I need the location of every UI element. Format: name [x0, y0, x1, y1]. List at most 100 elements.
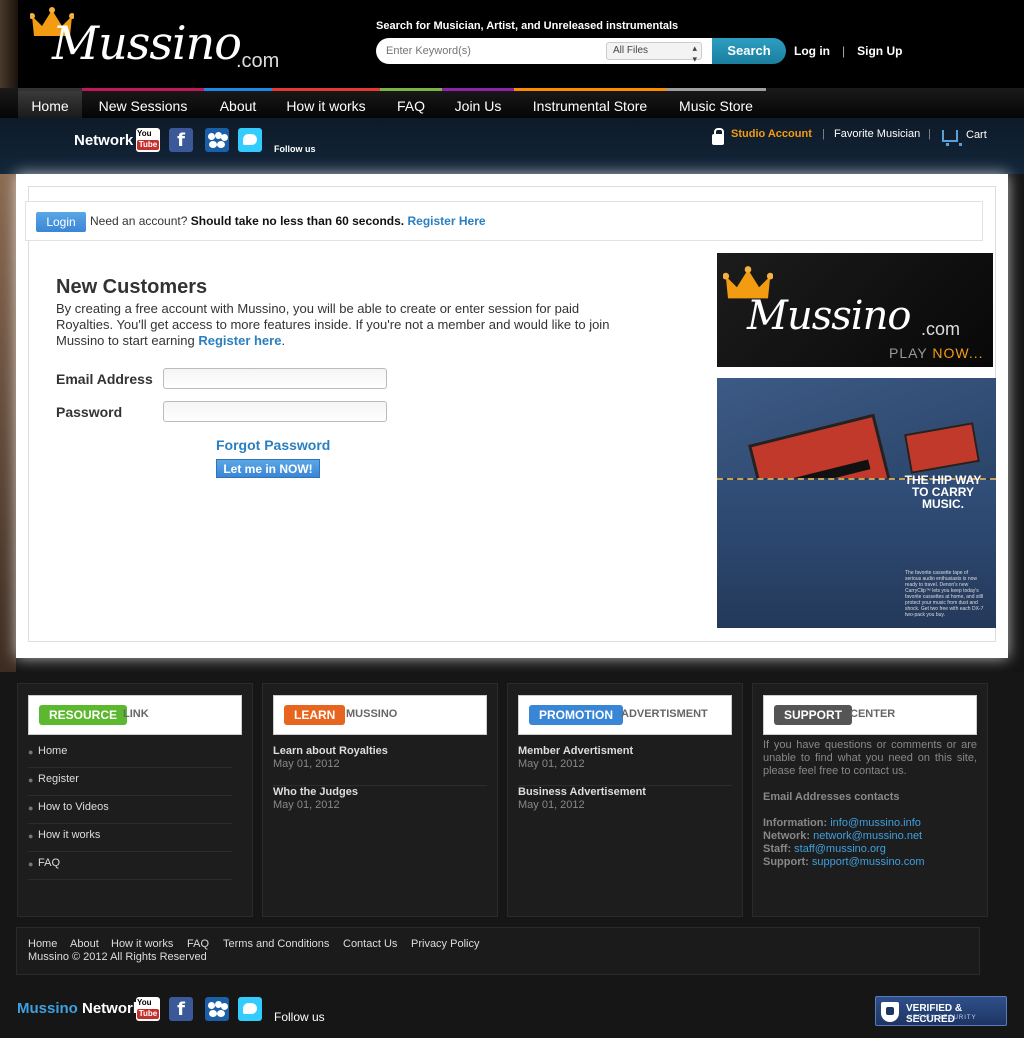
nav-home-label: Home [31, 98, 69, 114]
post-date: May 01, 2012 [273, 758, 340, 770]
nav-new-sessions[interactable]: New Sessions [82, 88, 204, 118]
myspace-icon[interactable] [205, 128, 229, 152]
follow-us-label: Follow us [274, 1010, 325, 1024]
email-label: Email Address [56, 371, 153, 387]
contact-email-link[interactable]: network@mussino.net [813, 830, 922, 842]
footer-link-privacy[interactable]: Privacy Policy [411, 938, 479, 950]
contact-label: Network: [763, 830, 811, 842]
bullet-icon: ● [28, 775, 34, 785]
list-item[interactable]: ● Home [28, 740, 232, 768]
nav-instrumental-store-label: Instrumental Store [532, 98, 648, 114]
post-date: May 01, 2012 [273, 799, 340, 811]
ad-play-now: PLAY NOW... [889, 345, 984, 361]
footer-link-about[interactable]: About [70, 938, 99, 950]
favorite-musician-link[interactable]: Favorite Musician [834, 128, 920, 140]
resource-link-column: RESOURCE LINK ● Home ● Register ● How to Vi… [17, 683, 253, 917]
youtube-text: You [137, 129, 152, 138]
nav-home[interactable]: Home [18, 88, 82, 118]
list-item[interactable]: Who the Judges May 01, 2012 [273, 786, 487, 827]
denon-cassette-ad[interactable]: THE HIP WAY TO CARRY MUSIC. The favorite… [717, 378, 996, 628]
email-field[interactable] [163, 368, 387, 389]
contact-line: Support: support@mussino.com [763, 856, 925, 868]
auth-links: Log in | Sign Up [794, 44, 902, 58]
support-pill: SUPPORT [774, 705, 853, 725]
post-title: Learn about Royalties [273, 745, 388, 757]
search-button[interactable]: Search [712, 38, 786, 64]
learn-rest: MUSSINO [346, 708, 398, 720]
cart-icon[interactable] [942, 130, 962, 146]
nav-join-us[interactable]: Join Us [442, 88, 514, 118]
contact-label: Staff: [763, 843, 792, 855]
mussino-network-label: Mussino Network [17, 1000, 141, 1017]
nav-about-label: About [219, 98, 257, 114]
list-item[interactable]: ● How to Videos [28, 796, 232, 824]
footer-link-how-it-works[interactable]: How it works [111, 938, 173, 950]
divider: | [822, 128, 825, 140]
forgot-password-link[interactable]: Forgot Password [216, 437, 330, 453]
network-label: Network [74, 132, 134, 149]
contact-email-link[interactable]: staff@mussino.org [794, 843, 886, 855]
support-center-column: SUPPORT CENTER If you have questions or … [752, 683, 988, 917]
nav-about[interactable]: About [204, 88, 272, 118]
file-filter-select[interactable]: All Files ▴ ▾ [606, 42, 702, 64]
support-rest: CENTER [850, 708, 896, 720]
footer-link-home[interactable]: Home [28, 938, 57, 950]
youtube-icon[interactable]: You Tube [136, 997, 160, 1021]
ad-fine-print: The favorite cassette tape of serious au… [905, 570, 984, 618]
list-item[interactable]: Member Advertisment May 01, 2012 [518, 745, 732, 786]
login-badge[interactable]: Login [36, 212, 86, 232]
contacts-heading: Email Addresses contacts [763, 791, 900, 803]
footer-link-faq[interactable]: FAQ [187, 938, 209, 950]
ad-wordmark: Mussino [747, 293, 911, 339]
twitter-bird-shape [243, 134, 257, 145]
divider: | [928, 128, 931, 140]
resource-item-label: Home [38, 745, 68, 757]
twitter-icon[interactable] [238, 128, 262, 152]
select-arrows-icon: ▴ ▾ [692, 43, 697, 64]
footer-link-contact[interactable]: Contact Us [343, 938, 397, 950]
search-input[interactable] [386, 42, 606, 60]
resource-pill: RESOURCE [39, 705, 128, 725]
verify-security-text: VERIFY SECURITY [908, 1015, 977, 1021]
list-item[interactable]: ● FAQ [28, 852, 232, 880]
site-logo[interactable]: Mussino .com [30, 4, 290, 80]
list-item[interactable]: Learn about Royalties May 01, 2012 [273, 745, 487, 786]
facebook-icon[interactable]: f [169, 997, 193, 1021]
mussino-network-word: Network [77, 1000, 142, 1017]
new-customers-text: By creating a free account with Mussino,… [56, 301, 610, 348]
resource-item-label: FAQ [38, 857, 61, 869]
password-field[interactable] [163, 401, 387, 422]
mussino-play-now-ad[interactable]: Mussino .com PLAY NOW... [717, 253, 993, 367]
verified-secured-badge[interactable]: VERIFIED & SECURED VERIFY SECURITY [875, 996, 1007, 1026]
studio-account-link[interactable]: Studio Account [731, 128, 812, 140]
register-here-link[interactable]: Register Here [408, 214, 486, 228]
cart-link[interactable]: Cart [966, 129, 987, 141]
nav-instrumental-store[interactable]: Instrumental Store [514, 88, 666, 118]
copyright: Mussino © 2012 All Rights Reserved [28, 951, 207, 963]
promotion-header: PROMOTION ADVERTISMENT [518, 695, 732, 735]
login-submit-button[interactable]: Let me in NOW! [216, 459, 320, 478]
list-item[interactable]: ● Register [28, 768, 232, 796]
login-link[interactable]: Log in [794, 44, 830, 58]
contact-email-link[interactable]: info@mussino.info [830, 817, 921, 829]
decorative-edge [0, 0, 18, 88]
facebook-icon[interactable]: f [169, 128, 193, 152]
youtube-icon[interactable]: You Tube [136, 128, 160, 152]
contact-label: Information: [763, 817, 828, 829]
twitter-icon[interactable] [238, 997, 262, 1021]
nav-how-it-works[interactable]: How it works [272, 88, 380, 118]
shield-icon [881, 1002, 899, 1022]
login-bar-question: Need an account? [90, 214, 188, 228]
footer-link-terms[interactable]: Terms and Conditions [223, 938, 329, 950]
signup-link[interactable]: Sign Up [857, 44, 902, 58]
search-caption: Search for Musician, Artist, and Unrelea… [376, 20, 679, 32]
main-nav: Home New Sessions About How it works FAQ… [0, 88, 1024, 118]
nav-music-store[interactable]: Music Store [666, 88, 766, 118]
list-item[interactable]: Business Advertisement May 01, 2012 [518, 786, 732, 827]
learn-pill: LEARN [284, 705, 346, 725]
register-here-inline-link[interactable]: Register here [198, 333, 281, 348]
myspace-icon[interactable] [205, 997, 229, 1021]
list-item[interactable]: ● How it works [28, 824, 232, 852]
nav-faq[interactable]: FAQ [380, 88, 442, 118]
contact-email-link[interactable]: support@mussino.com [812, 856, 925, 868]
